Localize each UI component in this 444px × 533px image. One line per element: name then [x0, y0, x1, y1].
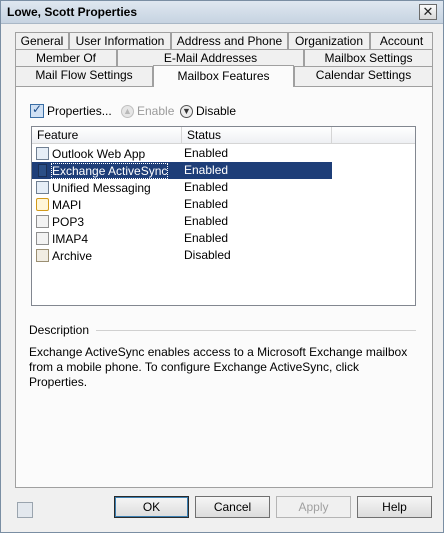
- feature-status: Enabled: [184, 180, 229, 194]
- cancel-button[interactable]: Cancel: [195, 496, 270, 518]
- feature-name: IMAP4: [52, 231, 89, 246]
- properties-icon: [30, 102, 44, 118]
- tab-calendar-settings[interactable]: Calendar Settings: [294, 66, 433, 86]
- apply-button[interactable]: Apply: [276, 496, 351, 518]
- enable-label: Enable: [137, 104, 175, 118]
- feature-status: Disabled: [184, 248, 231, 262]
- list-item-unified-messaging[interactable]: Unified Messaging Enabled: [32, 179, 332, 196]
- disable-down-arrow-icon: ▼: [180, 104, 193, 118]
- feature-status: Enabled: [184, 231, 229, 245]
- list-item-exchange-activesync[interactable]: Exchange ActiveSync Enabled: [32, 162, 332, 179]
- list-item-imap4[interactable]: IMAP4 Enabled: [32, 230, 332, 247]
- unified-messaging-icon: [36, 181, 49, 194]
- properties-button[interactable]: Properties...: [30, 101, 112, 121]
- feature-status: Enabled: [184, 163, 229, 177]
- feature-status: Enabled: [184, 197, 229, 211]
- mailbox-features-panel: Properties... ▲ Enable ▼ Disable Feature…: [15, 86, 433, 488]
- mobile-device-icon: [38, 164, 47, 177]
- list-item-archive[interactable]: Archive Disabled: [32, 247, 332, 264]
- column-header-feature[interactable]: Feature: [32, 127, 182, 144]
- feature-name: Exchange ActiveSync: [50, 162, 169, 179]
- list-item-mapi[interactable]: MAPI Enabled: [32, 196, 332, 213]
- enable-button[interactable]: ▲ Enable: [121, 101, 174, 121]
- tab-account[interactable]: Account: [370, 32, 433, 49]
- properties-dialog: Lowe, Scott Properties ✕ General User In…: [0, 0, 444, 533]
- list-item-pop3[interactable]: POP3 Enabled: [32, 213, 332, 230]
- help-button[interactable]: Help: [357, 496, 432, 518]
- feature-status: Enabled: [184, 146, 229, 160]
- column-header-status[interactable]: Status: [182, 127, 332, 144]
- feature-name: POP3: [52, 214, 85, 229]
- imap4-icon: [36, 232, 49, 245]
- help-context-icon[interactable]: [17, 502, 33, 518]
- tab-general[interactable]: General: [15, 32, 69, 49]
- enable-up-arrow-icon: ▲: [121, 104, 134, 118]
- description-text: Exchange ActiveSync enables access to a …: [29, 345, 408, 389]
- tab-mailbox-features[interactable]: Mailbox Features: [153, 65, 294, 87]
- tab-address-and-phone[interactable]: Address and Phone: [171, 32, 288, 49]
- properties-label: Properties...: [47, 104, 112, 118]
- list-item-outlook-web-app[interactable]: Outlook Web App Enabled: [32, 145, 332, 162]
- feature-name: MAPI: [52, 197, 82, 212]
- list-header: Feature Status: [32, 127, 415, 144]
- title-bar: Lowe, Scott Properties ✕: [1, 1, 443, 24]
- tab-mailbox-settings[interactable]: Mailbox Settings: [304, 49, 433, 66]
- feature-name: Outlook Web App: [52, 146, 146, 161]
- archive-icon: [36, 249, 49, 262]
- window-title: Lowe, Scott Properties: [7, 5, 138, 19]
- disable-label: Disable: [196, 104, 237, 118]
- close-button[interactable]: ✕: [419, 4, 437, 20]
- mapi-icon: [36, 198, 49, 211]
- outlook-web-app-icon: [36, 147, 49, 160]
- tab-email-addresses[interactable]: E-Mail Addresses: [117, 49, 304, 66]
- feature-name: Unified Messaging: [52, 180, 151, 195]
- tab-user-information[interactable]: User Information: [69, 32, 171, 49]
- tab-mail-flow-settings[interactable]: Mail Flow Settings: [15, 66, 153, 86]
- description-label: Description: [29, 323, 90, 337]
- pop3-icon: [36, 215, 49, 228]
- ok-button[interactable]: OK: [114, 496, 189, 518]
- tab-member-of[interactable]: Member Of: [15, 49, 117, 66]
- disable-button[interactable]: ▼ Disable: [180, 101, 236, 121]
- description-divider: [96, 330, 416, 331]
- tab-organization[interactable]: Organization: [288, 32, 370, 49]
- feature-status: Enabled: [184, 214, 229, 228]
- feature-name: Archive: [52, 248, 93, 263]
- column-header-blank: [332, 127, 415, 144]
- features-list[interactable]: Feature Status Outlook Web App Enabled E…: [31, 126, 416, 306]
